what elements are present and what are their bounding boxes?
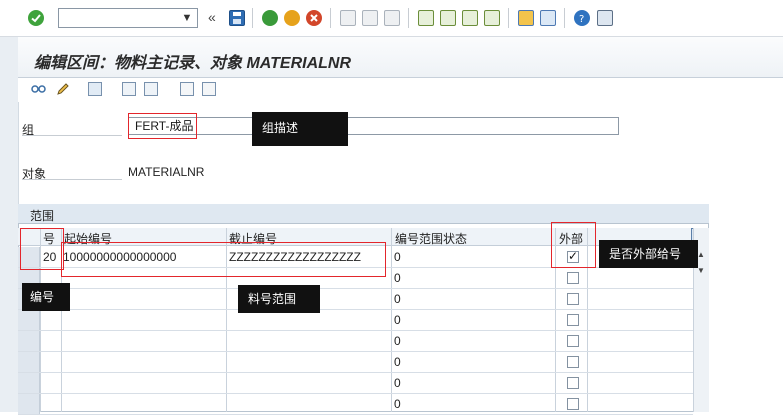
help-icon[interactable]: ? xyxy=(574,10,590,26)
cell-status: 0 xyxy=(394,250,401,264)
external-checkbox[interactable] xyxy=(567,314,579,326)
shortcut-icon[interactable] xyxy=(540,10,556,26)
annotation-number: 编号 xyxy=(22,283,70,311)
external-checkbox[interactable] xyxy=(567,398,579,410)
annotation-external-flag: 是否外部给号 xyxy=(599,240,698,268)
table-row: 0 xyxy=(18,331,693,352)
system-toolbar: ▼ « ? xyxy=(0,0,783,37)
nav-back-icon[interactable]: « xyxy=(208,9,216,25)
external-checkbox[interactable] xyxy=(567,356,579,368)
range-section-title: 范围 xyxy=(30,209,55,223)
application-toolbar xyxy=(18,78,783,102)
group-input[interactable]: FERT-成品 xyxy=(128,117,619,135)
annotation-group-desc: 组描述 xyxy=(252,112,348,146)
annotation-box-material-range xyxy=(61,242,386,277)
deselect-all-icon[interactable] xyxy=(202,82,216,96)
col-header-status[interactable]: 编号范围状态 xyxy=(395,230,467,247)
row-selector[interactable] xyxy=(18,352,40,372)
create-session-icon[interactable] xyxy=(518,10,534,26)
find-icon[interactable] xyxy=(362,10,378,26)
row-selector[interactable] xyxy=(18,373,40,393)
command-dropdown-icon[interactable]: ▼ xyxy=(178,9,196,27)
external-checkbox[interactable] xyxy=(567,335,579,347)
delete-line-icon[interactable] xyxy=(144,82,158,96)
command-field[interactable] xyxy=(58,8,198,28)
cell-status: 0 xyxy=(394,313,401,327)
cell-status: 0 xyxy=(394,355,401,369)
cell-status: 0 xyxy=(394,397,401,411)
table-row: 0 xyxy=(18,289,693,310)
title-bar: 编辑区间：物料主记录、对象 MATERIALNR xyxy=(18,37,783,78)
row-selector[interactable] xyxy=(18,331,40,351)
table-row: 0 xyxy=(18,310,693,331)
first-page-icon[interactable] xyxy=(418,10,434,26)
edit-pencil-icon[interactable] xyxy=(56,82,70,96)
next-page-icon[interactable] xyxy=(462,10,478,26)
range-section-header: 范围 xyxy=(18,204,709,224)
left-gutter xyxy=(0,37,19,412)
external-checkbox[interactable] xyxy=(567,272,579,284)
cell-status: 0 xyxy=(394,292,401,306)
cancel-icon[interactable] xyxy=(306,10,322,26)
table-row: 0 xyxy=(18,373,693,394)
customize-layout-icon[interactable] xyxy=(597,10,613,26)
previous-page-icon[interactable] xyxy=(440,10,456,26)
scroll-down-icon[interactable]: ▼ xyxy=(697,266,705,275)
back-icon[interactable] xyxy=(262,10,278,26)
annotation-box-number xyxy=(20,228,64,270)
annotation-material-range: 料号范围 xyxy=(238,285,320,313)
insert-line-icon[interactable] xyxy=(122,82,136,96)
display-change-icon[interactable] xyxy=(30,82,46,96)
save-icon[interactable] xyxy=(229,10,245,26)
group-label-underline xyxy=(22,135,122,136)
cell-status: 0 xyxy=(394,376,401,390)
scroll-up-icon[interactable]: ▲ xyxy=(697,250,705,259)
external-checkbox[interactable] xyxy=(567,293,579,305)
exit-icon[interactable] xyxy=(284,10,300,26)
annotation-box-group-value xyxy=(128,113,197,139)
last-page-icon[interactable] xyxy=(484,10,500,26)
object-label-underline xyxy=(22,179,122,180)
row-selector[interactable] xyxy=(18,394,40,414)
svg-text:?: ? xyxy=(579,14,584,25)
table-row: 0 xyxy=(18,352,693,373)
cell-status: 0 xyxy=(394,334,401,348)
print-icon[interactable] xyxy=(340,10,356,26)
external-checkbox[interactable] xyxy=(567,377,579,389)
page-title: 编辑区间：物料主记录、对象 MATERIALNR xyxy=(34,55,352,72)
cell-status: 0 xyxy=(394,271,401,285)
annotation-box-external xyxy=(551,222,596,268)
select-all-icon[interactable] xyxy=(180,82,194,96)
row-selector[interactable] xyxy=(18,310,40,330)
enter-check-icon[interactable] xyxy=(28,10,44,26)
find-next-icon[interactable] xyxy=(384,10,400,26)
interval-icon[interactable] xyxy=(88,82,102,96)
object-value: MATERIALNR xyxy=(128,165,205,179)
